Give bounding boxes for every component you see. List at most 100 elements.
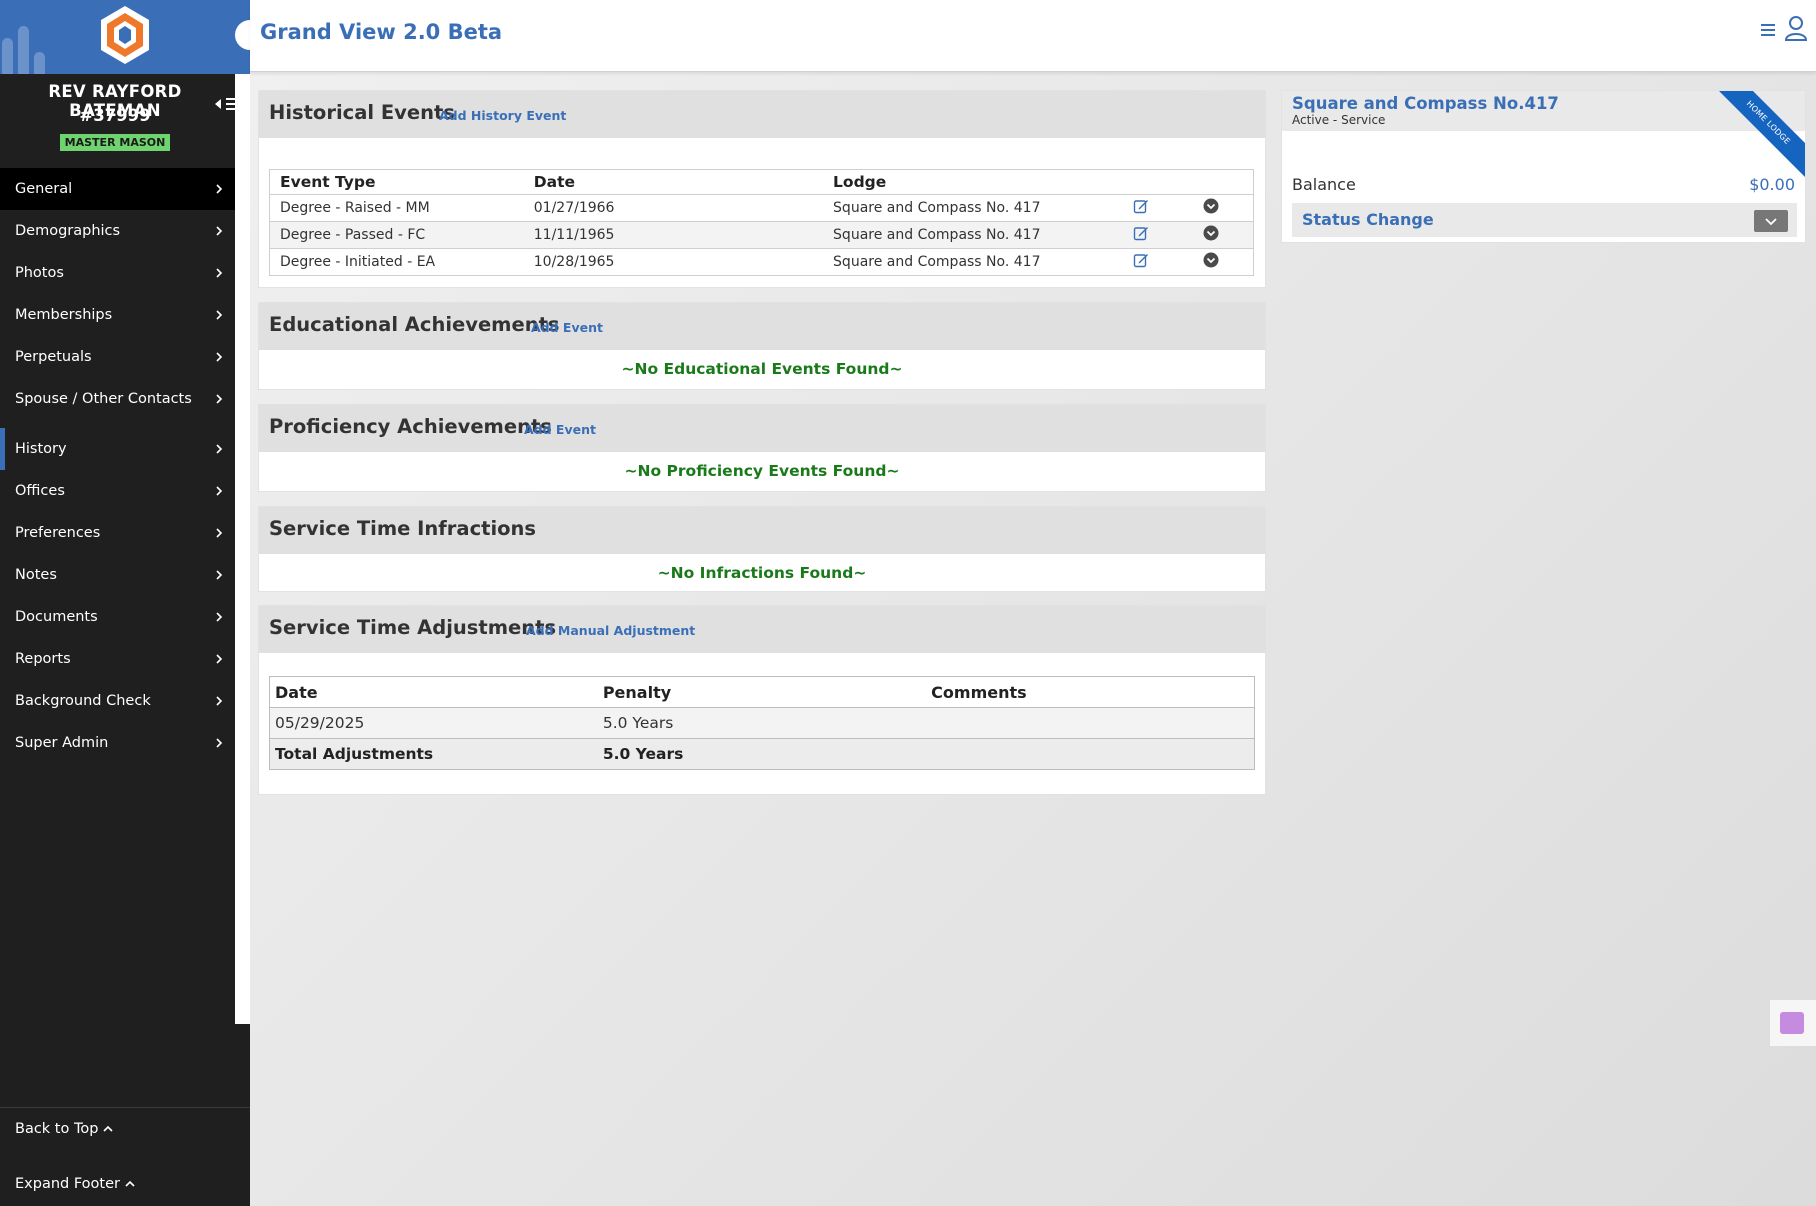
add-proficiency-event-link[interactable]: Add Event xyxy=(524,422,596,437)
panel-header: Service Time Infractions xyxy=(259,507,1265,554)
edit-icon[interactable] xyxy=(1133,225,1149,241)
nav-item-general[interactable]: General xyxy=(0,168,235,210)
total-row: Total Adjustments 5.0 Years xyxy=(269,738,1255,770)
nav-item-label: Reports xyxy=(15,651,71,667)
member-id: #37999 xyxy=(79,106,151,125)
lodge-cell: Square and Compass No. 417 xyxy=(823,248,1124,276)
back-to-top-link[interactable]: Back to Top xyxy=(15,1121,114,1137)
logo-bars-decoration xyxy=(0,0,60,74)
rank-badge: MASTER MASON xyxy=(60,134,170,151)
panel-title: Proficiency Achievements xyxy=(269,415,552,438)
nav-item-label: Documents xyxy=(15,609,98,625)
historical-events-panel: Historical Events Add History Event Even… xyxy=(258,90,1266,288)
feedback-icon xyxy=(1780,1012,1804,1034)
nav-item-label: Perpetuals xyxy=(15,349,92,365)
nav-item-label: Demographics xyxy=(15,223,121,239)
feedback-tab[interactable] xyxy=(1770,1000,1816,1046)
sidebar-nav: General Demographics Photos Memberships … xyxy=(0,168,235,764)
nav-item-label: General xyxy=(15,181,73,197)
lodge-status: Active - Service xyxy=(1292,113,1386,127)
expand-footer-link[interactable]: Expand Footer xyxy=(15,1176,136,1192)
chevron-right-icon xyxy=(216,570,223,580)
nav-item-label: Offices xyxy=(15,483,65,499)
chevron-up-icon xyxy=(125,1180,135,1187)
chevron-right-icon xyxy=(216,738,223,748)
expand-circle-icon[interactable] xyxy=(1203,252,1219,268)
nav-item-label: Photos xyxy=(15,265,64,281)
event-type-cell: Degree - Initiated - EA xyxy=(269,248,524,276)
nav-item-label: Background Check xyxy=(15,693,151,709)
nav-item-offices[interactable]: Offices xyxy=(0,470,235,512)
nav-item-label: Preferences xyxy=(15,525,101,541)
logo-area xyxy=(0,0,250,74)
chevron-right-icon xyxy=(216,612,223,622)
nav-item-label: Memberships xyxy=(15,307,113,323)
app-logo-icon[interactable] xyxy=(98,4,152,66)
top-header: Grand View 2.0 Beta xyxy=(250,0,1816,72)
nav-item-label: Spouse / Other Contacts xyxy=(15,391,192,407)
chevron-down-icon xyxy=(1765,218,1777,226)
nav-item-photos[interactable]: Photos xyxy=(0,252,235,294)
add-history-event-link[interactable]: Add History Event xyxy=(439,108,566,123)
panel-title: Service Time Infractions xyxy=(269,517,537,540)
sidebar-scrollbar[interactable] xyxy=(235,74,250,1024)
chevron-right-icon xyxy=(216,654,223,664)
panel-header: Proficiency Achievements Add Event xyxy=(259,405,1265,452)
chevron-right-icon xyxy=(216,226,223,236)
lodge-name-link[interactable]: Square and Compass No.417 xyxy=(1292,94,1559,113)
nav-item-reports[interactable]: Reports xyxy=(0,638,235,680)
panel-title: Historical Events xyxy=(269,101,455,124)
balance-value: $0.00 xyxy=(1749,175,1795,194)
empty-message: ~No Infractions Found~ xyxy=(657,564,867,582)
historical-events-table: Event Type Date Lodge Degree - Raised - … xyxy=(269,169,1254,276)
panel-header: Service Time Adjustments Add Manual Adju… xyxy=(259,606,1265,653)
empty-message: ~No Educational Events Found~ xyxy=(621,360,903,378)
table-row: Degree - Raised - MM 01/27/1966 Square a… xyxy=(269,194,1254,222)
status-change-dropdown-button[interactable] xyxy=(1754,210,1788,232)
nav-item-label: Super Admin xyxy=(15,735,109,751)
nav-item-documents[interactable]: Documents xyxy=(0,596,235,638)
date-cell: 11/11/1965 xyxy=(523,221,824,249)
column-header-penalty: Penalty xyxy=(597,676,927,708)
nav-item-label: Notes xyxy=(15,567,57,583)
chevron-right-icon xyxy=(216,352,223,362)
column-header-comments: Comments xyxy=(926,676,1255,708)
educational-achievements-panel: Educational Achievements Add Event ~No E… xyxy=(258,302,1266,390)
lodge-cell: Square and Compass No. 417 xyxy=(823,221,1124,249)
column-header-date: Date xyxy=(269,676,598,708)
status-change-toggle[interactable]: Status Change xyxy=(1292,203,1797,237)
user-icon[interactable] xyxy=(1784,15,1808,41)
panel-title: Service Time Adjustments xyxy=(269,616,557,639)
expand-circle-icon[interactable] xyxy=(1203,225,1219,241)
nav-item-spouse-contacts[interactable]: Spouse / Other Contacts xyxy=(0,378,235,420)
back-to-top-label: Back to Top xyxy=(15,1121,99,1137)
event-type-cell: Degree - Raised - MM xyxy=(269,194,524,222)
edit-icon[interactable] xyxy=(1133,198,1149,214)
edit-icon[interactable] xyxy=(1133,252,1149,268)
nav-item-preferences[interactable]: Preferences xyxy=(0,512,235,554)
nav-item-background-check[interactable]: Background Check xyxy=(0,680,235,722)
nav-item-super-admin[interactable]: Super Admin xyxy=(0,722,235,764)
adjustments-table: Date Penalty Comments 05/29/2025 5.0 Yea… xyxy=(269,676,1255,770)
panel-title: Educational Achievements xyxy=(269,313,560,336)
nav-item-memberships[interactable]: Memberships xyxy=(0,294,235,336)
column-header-event-type: Event Type xyxy=(269,169,524,195)
nav-item-history[interactable]: History xyxy=(0,428,235,470)
proficiency-achievements-panel: Proficiency Achievements Add Event ~No P… xyxy=(258,404,1266,492)
add-manual-adjustment-link[interactable]: Add Manual Adjustment xyxy=(526,623,695,638)
menu-icon[interactable] xyxy=(1760,22,1776,38)
expand-circle-icon[interactable] xyxy=(1203,198,1219,214)
nav-item-notes[interactable]: Notes xyxy=(0,554,235,596)
nav-item-perpetuals[interactable]: Perpetuals xyxy=(0,336,235,378)
expand-footer-label: Expand Footer xyxy=(15,1176,120,1192)
nav-item-label: History xyxy=(15,441,67,457)
total-label: Total Adjustments xyxy=(269,738,598,770)
table-row: Degree - Initiated - EA 10/28/1965 Squar… xyxy=(269,248,1254,276)
add-educational-event-link[interactable]: Add Event xyxy=(531,320,603,335)
panel-header: Historical Events Add History Event xyxy=(259,91,1265,138)
chevron-up-icon xyxy=(103,1125,114,1132)
date-cell: 05/29/2025 xyxy=(269,707,598,739)
nav-item-demographics[interactable]: Demographics xyxy=(0,210,235,252)
service-time-infractions-panel: Service Time Infractions ~No Infractions… xyxy=(258,506,1266,592)
member-info: REV RAYFORD BATEMAN #37999 MASTER MASON xyxy=(0,74,250,168)
